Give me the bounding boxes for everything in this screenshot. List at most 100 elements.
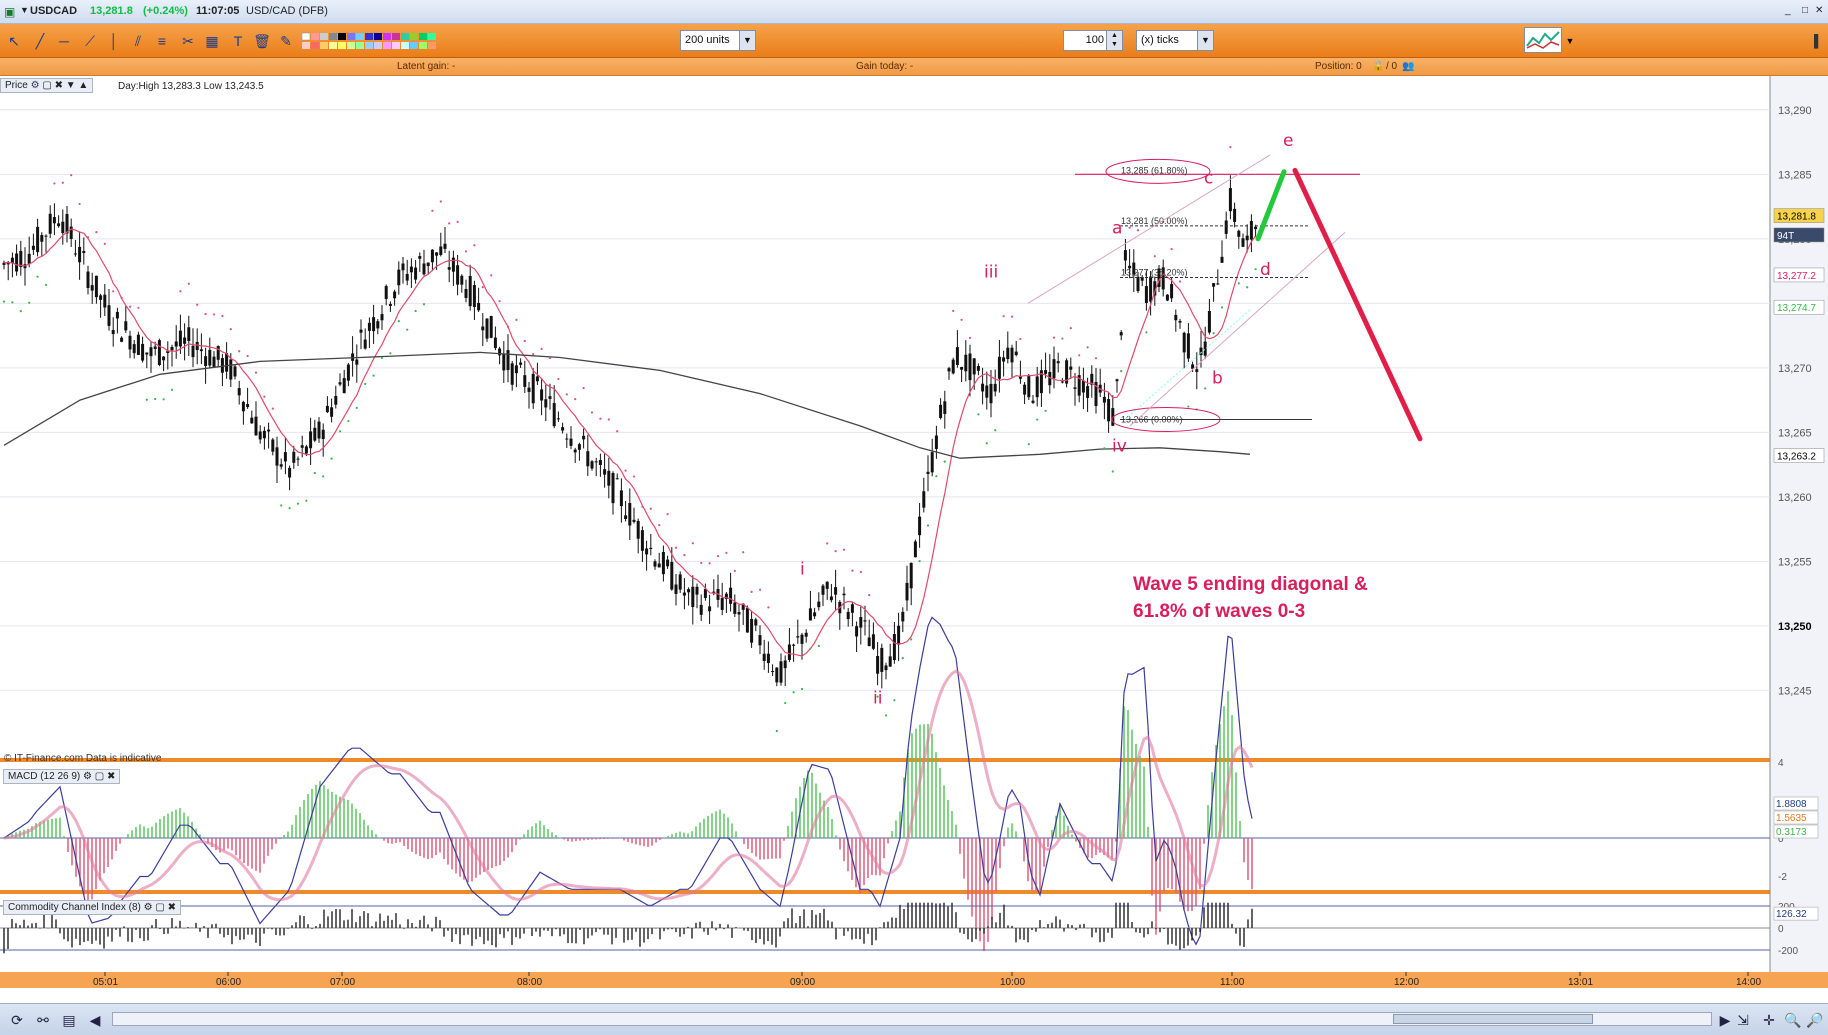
units-select[interactable]: 200 units ▼ — [680, 30, 756, 51]
candle-body — [199, 349, 203, 352]
sar-dot — [112, 290, 115, 293]
zoom-out-icon[interactable]: 🔍 — [1784, 1011, 1802, 1029]
sar-dot — [187, 282, 190, 285]
candle-body — [1233, 208, 1237, 222]
sar-dot — [1036, 418, 1039, 421]
price-panel-header[interactable]: Price ⚙ ▢ ✖ ▼ ▲ — [0, 78, 94, 93]
chevron-down-icon[interactable]: ▼ — [1197, 31, 1213, 50]
fibonacci-icon[interactable]: ≡ — [152, 31, 172, 51]
users-icon[interactable]: 👥 — [1402, 61, 1414, 72]
vertical-line-icon[interactable]: │ — [104, 31, 124, 51]
macd-panel-header[interactable]: MACD (12 26 9) ⚙ ▢ ✖ — [3, 769, 121, 784]
close-icon[interactable]: ✖ — [107, 771, 115, 782]
close-icon[interactable]: ✕ — [1815, 5, 1823, 16]
candle-body — [1216, 283, 1220, 285]
candle-body — [775, 667, 779, 683]
color-palette[interactable] — [301, 31, 450, 51]
candle-body — [1178, 320, 1182, 323]
candle-body — [1056, 361, 1060, 364]
menu-dropdown-icon[interactable]: ▼ — [20, 5, 29, 15]
time-tick-label: 14:00 — [1736, 977, 1761, 988]
minus-icon[interactable]: ▼ — [66, 80, 76, 91]
candle-body — [968, 353, 972, 381]
app-icon[interactable]: ▣ — [4, 5, 15, 19]
candle-body — [241, 401, 245, 412]
text-icon[interactable]: T — [228, 31, 248, 51]
candle-body — [1052, 359, 1056, 379]
auto-scroll-icon[interactable]: ⇲ — [1734, 1011, 1752, 1029]
window-icon[interactable]: ▢ — [155, 902, 164, 913]
refresh-icon[interactable]: ⟳ — [8, 1011, 26, 1029]
macd-panel-label: MACD (12 26 9) — [8, 771, 81, 782]
candle-body — [682, 592, 686, 596]
candle-body — [1186, 333, 1190, 359]
plus-icon[interactable]: ▲ — [78, 80, 88, 91]
chart-canvas[interactable]: 13,29013,28513,28013,27513,27013,26513,2… — [0, 76, 1828, 988]
candle-body — [859, 617, 863, 628]
candle-body — [94, 275, 98, 298]
candle-body — [1060, 381, 1064, 383]
close-icon[interactable]: ✖ — [168, 902, 176, 913]
sar-dot — [179, 290, 182, 293]
candle-body — [569, 438, 573, 446]
tools-icon[interactable]: ✂ — [178, 31, 198, 51]
price-badge-label: 13,277.2 — [1777, 271, 1816, 282]
wrench-icon[interactable]: ⚙ — [31, 80, 40, 91]
spinner-icon[interactable]: ▲ ▼ — [1106, 31, 1122, 50]
maximize-icon[interactable]: □ — [1802, 5, 1808, 16]
position-label: Position: 0 — [1315, 61, 1362, 72]
scrollbar-thumb[interactable] — [1393, 1014, 1593, 1024]
lock-icon[interactable]: 🔒 — [1372, 61, 1384, 72]
sar-dot — [422, 303, 426, 306]
cci-panel-header[interactable]: Commodity Channel Index (8) ⚙ ▢ ✖ — [3, 900, 181, 915]
link-icon[interactable]: ⚯ — [34, 1011, 52, 1029]
window-icon[interactable]: ▢ — [42, 80, 51, 91]
ray-icon[interactable]: ⟋ — [80, 31, 100, 51]
sar-dot — [170, 388, 174, 391]
horizontal-line-icon[interactable]: ─ — [54, 31, 74, 51]
candle-body — [288, 467, 292, 478]
candle-body — [1044, 370, 1048, 374]
candle-body — [1182, 332, 1186, 353]
color-swatches[interactable] — [301, 31, 450, 51]
wrench-icon[interactable]: ⚙ — [144, 902, 153, 913]
close-icon[interactable]: ✖ — [55, 80, 63, 91]
candle-body — [237, 388, 241, 396]
candle-body — [783, 660, 787, 669]
sar-dot — [565, 393, 568, 396]
window-icon[interactable]: ▢ — [95, 771, 104, 782]
calculator-icon[interactable]: ▤ — [60, 1011, 78, 1029]
candle-body — [552, 403, 556, 427]
trash-icon[interactable]: 🗑 — [252, 31, 272, 51]
candle-body — [309, 431, 313, 449]
horizontal-scrollbar[interactable] — [112, 1012, 1712, 1026]
trendline-icon[interactable]: ╱ — [30, 31, 50, 51]
sar-dot — [1145, 331, 1148, 334]
ticks-select[interactable]: (x) ticks ▼ — [1136, 30, 1214, 51]
candle-body — [204, 356, 208, 366]
chart-type-button[interactable] — [1524, 27, 1562, 53]
sar-dot — [229, 328, 232, 331]
chart-area[interactable]: 13,29013,28513,28013,27513,27013,26513,2… — [0, 76, 1828, 988]
sar-dot — [658, 524, 661, 527]
minimize-icon[interactable]: _ — [1785, 5, 1791, 16]
chevron-right-icon[interactable]: ▶ — [1716, 1011, 1734, 1029]
sar-dot — [439, 200, 442, 203]
candle-body — [855, 626, 859, 637]
sar-dot — [1044, 409, 1047, 412]
grid-icon[interactable]: ▦ — [202, 31, 222, 51]
zoom-in-icon[interactable]: 🔎 — [1806, 1011, 1824, 1029]
ticks-quantity-input[interactable]: 100 ▲ ▼ — [1063, 30, 1123, 51]
chevron-left-icon[interactable]: ◀ — [86, 1011, 104, 1029]
channel-icon[interactable]: ⫽ — [128, 31, 148, 51]
sar-dot — [750, 590, 753, 593]
crosshair-icon[interactable]: ✛ — [1760, 1011, 1778, 1029]
pen-icon[interactable]: ✎ — [276, 31, 296, 51]
sar-dot — [632, 475, 636, 478]
panel-toggle-icon[interactable]: ▐ — [1804, 31, 1824, 51]
chevron-down-icon[interactable]: ▼ — [739, 31, 755, 50]
wrench-icon[interactable]: ⚙ — [83, 771, 92, 782]
cursor-icon[interactable]: ↖ — [4, 31, 24, 51]
wave-label: d — [1260, 260, 1271, 280]
chevron-down-icon[interactable]: ▼ — [1560, 31, 1580, 51]
